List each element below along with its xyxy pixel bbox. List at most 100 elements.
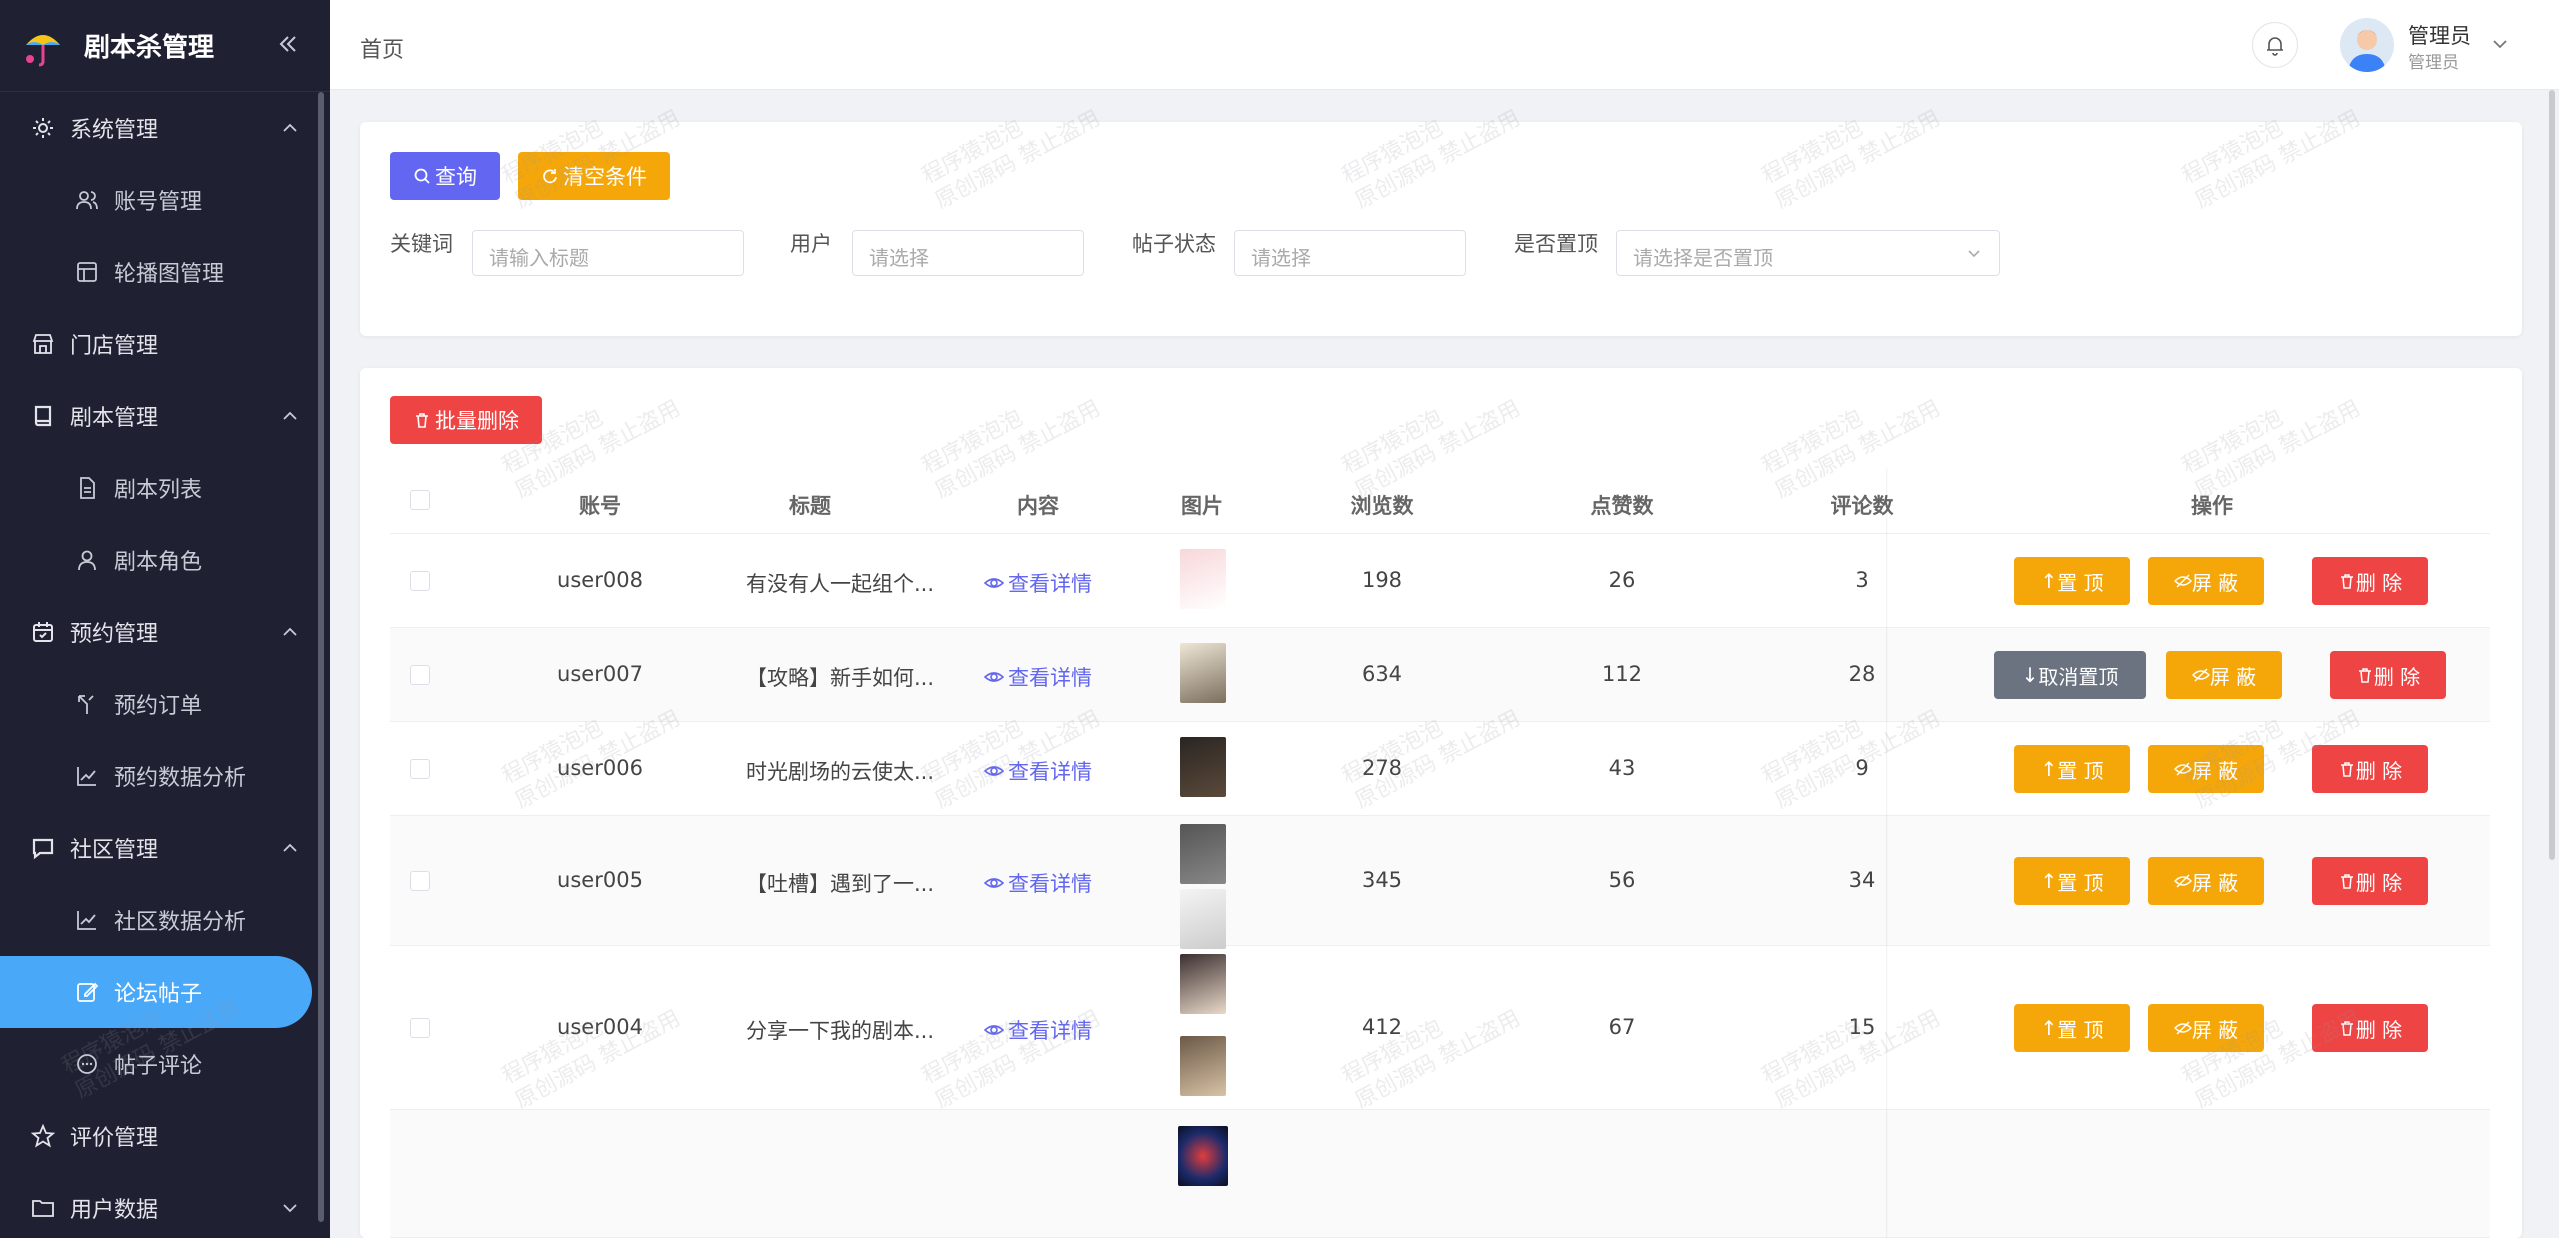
- sidebar-item-5[interactable]: 剧本列表: [0, 452, 330, 524]
- sidebar-item-15[interactable]: 用户数据: [0, 1172, 330, 1238]
- cell-title: 时光剧场的云使太...: [745, 760, 935, 784]
- delete-button[interactable]: 删 除: [2312, 557, 2428, 605]
- avatar[interactable]: [2340, 18, 2394, 72]
- row-checkbox[interactable]: [410, 665, 430, 685]
- post-image-thumbnail[interactable]: [1180, 643, 1226, 703]
- post-image-thumbnail[interactable]: [1180, 954, 1226, 1014]
- row-checkbox[interactable]: [410, 571, 430, 591]
- view-detail-link[interactable]: 查看详情: [958, 868, 1118, 898]
- post-image-thumbnail[interactable]: [1178, 1126, 1228, 1186]
- delete-label: 删 除: [2355, 870, 2403, 895]
- status-select[interactable]: 请选择: [1234, 230, 1466, 276]
- pin-button[interactable]: ↑ 置 顶: [2014, 1004, 2130, 1052]
- hide-button[interactable]: 屏 蔽: [2148, 1004, 2264, 1052]
- post-image-thumbnail[interactable]: [1180, 824, 1226, 884]
- table-row: user007 【攻略】新手如何... 查看详情 634 112 28 ↓ 取消置顶 屏 蔽 删 …: [390, 628, 2490, 722]
- delete-button[interactable]: 删 除: [2330, 651, 2446, 699]
- sidebar-item-6[interactable]: 剧本角色: [0, 524, 330, 596]
- sidebar-item-13[interactable]: 帖子评论: [0, 1028, 330, 1100]
- batch-delete-button[interactable]: 批量删除: [390, 396, 542, 444]
- collapse-sidebar-button[interactable]: [272, 28, 304, 60]
- pin-button[interactable]: ↑ 置 顶: [2014, 857, 2130, 905]
- pin-button[interactable]: ↑ 置 顶: [2014, 557, 2130, 605]
- sidebar: 剧本杀管理 系统管理 账号管理 轮播图管理 门店管理 剧本管理 剧本列表 剧本角色 预约管理预…: [0, 0, 330, 1238]
- sidebar-item-7[interactable]: 预约管理: [0, 596, 330, 668]
- hide-button[interactable]: 屏 蔽: [2148, 857, 2264, 905]
- sidebar-item-9[interactable]: 预约数据分析: [0, 740, 330, 812]
- view-detail-link[interactable]: 查看详情: [958, 756, 1118, 786]
- post-image-thumbnail[interactable]: [1180, 549, 1226, 609]
- hide-button[interactable]: 屏 蔽: [2166, 651, 2282, 699]
- star-icon: [30, 1123, 56, 1149]
- cell-likes: 56: [1608, 868, 1636, 892]
- unpin-button[interactable]: ↓ 取消置顶: [1994, 651, 2146, 699]
- view-detail-label: 查看详情: [1008, 572, 1092, 596]
- cell-comments: 9: [1855, 756, 1869, 780]
- keyword-input[interactable]: 请输入标题: [472, 230, 744, 276]
- page-scrollbar[interactable]: [2547, 90, 2557, 860]
- cell-title: 有没有人一起组个...: [745, 572, 935, 596]
- chevron-up-icon: [283, 627, 297, 636]
- edit-icon: [74, 979, 100, 1005]
- sidebar-item-0[interactable]: 系统管理: [0, 92, 330, 164]
- sidebar-item-12[interactable]: 论坛帖子: [0, 956, 312, 1028]
- cell-comments: 15: [1848, 1015, 1876, 1039]
- pin-button[interactable]: ↑ 置 顶: [2014, 745, 2130, 793]
- delete-button[interactable]: 删 除: [2312, 1004, 2428, 1052]
- breadcrumb[interactable]: 首页: [360, 32, 404, 64]
- view-detail-link[interactable]: 查看详情: [958, 662, 1118, 692]
- row-checkbox[interactable]: [410, 871, 430, 891]
- user-name[interactable]: 管理员: [2408, 20, 2471, 50]
- sidebar-item-2[interactable]: 轮播图管理: [0, 236, 330, 308]
- delete-button[interactable]: 删 除: [2312, 857, 2428, 905]
- sidebar-item-4[interactable]: 剧本管理: [0, 380, 330, 452]
- sidebar-item-14[interactable]: 评价管理: [0, 1100, 330, 1172]
- trash-icon: [2340, 874, 2353, 889]
- post-image-thumbnail[interactable]: [1180, 1036, 1226, 1096]
- table-row: user004 分享一下我的剧本... 查看详情 412 67 15 ↑ 置 顶 屏 蔽 删 除: [390, 946, 2490, 1110]
- sidebar-item-11[interactable]: 社区数据分析: [0, 884, 330, 956]
- chevron-down-icon[interactable]: [2490, 34, 2510, 54]
- query-button-label: 查询: [435, 165, 477, 189]
- view-detail-label: 查看详情: [1008, 760, 1092, 784]
- folder-icon: [30, 1195, 56, 1221]
- query-button[interactable]: 查询: [390, 152, 500, 200]
- select-all-checkbox[interactable]: [410, 490, 430, 510]
- sidebar-item-1[interactable]: 账号管理: [0, 164, 330, 236]
- pin-label: 置 顶: [2057, 570, 2104, 595]
- status-filter-label: 帖子状态: [1132, 232, 1216, 256]
- hide-button[interactable]: 屏 蔽: [2148, 557, 2264, 605]
- pinned-placeholder: 请选择是否置顶: [1633, 246, 1773, 270]
- sidebar-item-label: 预约订单: [114, 694, 203, 719]
- sidebar-item-10[interactable]: 社区管理: [0, 812, 330, 884]
- view-detail-link[interactable]: 查看详情: [958, 568, 1118, 598]
- pinned-filter-label: 是否置顶: [1514, 232, 1598, 256]
- user-placeholder: 请选择: [869, 246, 929, 270]
- sidebar-scrollbar[interactable]: [316, 92, 326, 1238]
- post-image-thumbnail[interactable]: [1180, 889, 1226, 949]
- table-row: [390, 1110, 2490, 1238]
- user-select[interactable]: 请选择: [852, 230, 1084, 276]
- pinned-select[interactable]: 请选择是否置顶: [1616, 230, 2000, 276]
- post-image-thumbnail[interactable]: [1180, 737, 1226, 797]
- sidebar-item-3[interactable]: 门店管理: [0, 308, 330, 380]
- notification-button[interactable]: [2252, 22, 2298, 68]
- chevron-up-icon: [283, 123, 297, 132]
- col-views: 浏览数: [1350, 494, 1414, 518]
- clear-conditions-button[interactable]: 清空条件: [518, 152, 670, 200]
- hide-button[interactable]: 屏 蔽: [2148, 745, 2264, 793]
- delete-button[interactable]: 删 除: [2312, 745, 2428, 793]
- sidebar-item-label: 评价管理: [70, 1126, 159, 1151]
- eye-off-icon: [2191, 668, 2210, 682]
- col-account: 账号: [579, 494, 621, 518]
- row-checkbox[interactable]: [410, 1018, 430, 1038]
- double-chevron-left-icon: [279, 36, 296, 52]
- eye-off-icon: [2173, 1021, 2192, 1035]
- user-icon: [74, 547, 100, 573]
- view-detail-link[interactable]: 查看详情: [958, 1015, 1118, 1045]
- row-checkbox[interactable]: [410, 759, 430, 779]
- sidebar-item-8[interactable]: 预约订单: [0, 668, 330, 740]
- cell-title: 【吐槽】遇到了一...: [745, 872, 935, 896]
- store-icon: [30, 331, 56, 357]
- trash-icon: [2340, 1021, 2353, 1036]
